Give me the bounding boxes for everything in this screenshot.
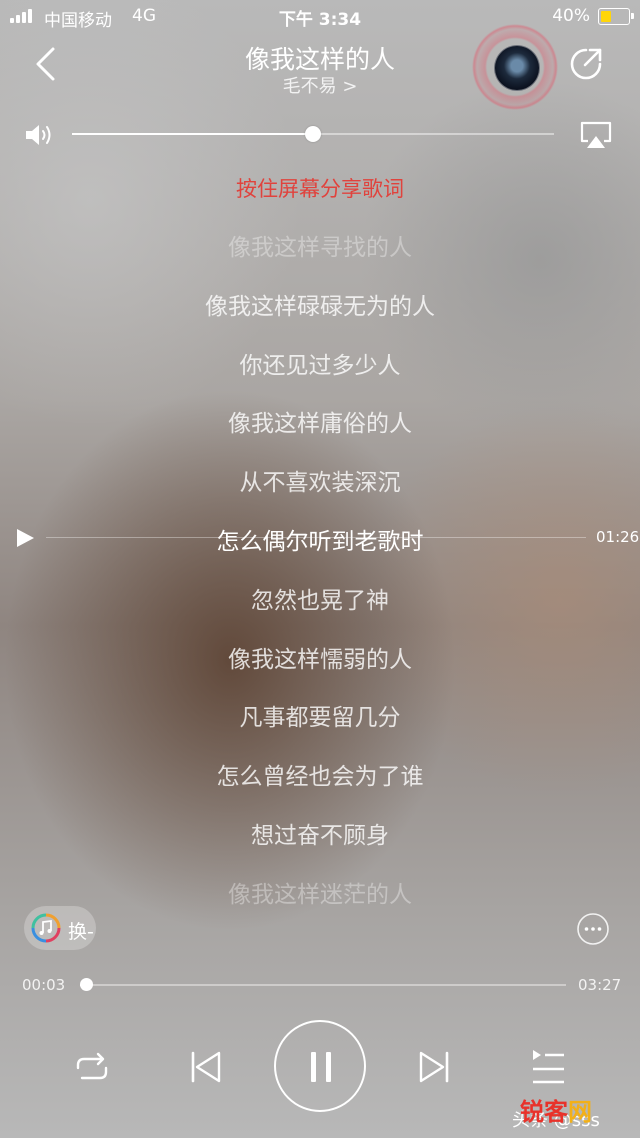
artist-link[interactable]: 毛不易 > <box>140 72 500 98</box>
lyric-line: 像我这样庸俗的人 <box>228 411 412 438</box>
watermark-logo-part-a: 锐客 <box>520 1098 568 1126</box>
volume-icon[interactable] <box>24 122 54 148</box>
battery-percent: 40% <box>552 6 590 26</box>
elapsed-time: 00:03 <box>22 976 66 994</box>
repeat-mode-icon[interactable] <box>70 1046 114 1090</box>
volume-slider-thumb[interactable] <box>305 126 321 142</box>
lyric-line: 怎么偶尔听到老歌时 <box>216 529 424 555</box>
back-chevron-icon[interactable] <box>26 44 66 84</box>
lyric-line: 凡事都要留几分 <box>239 705 401 732</box>
more-options-icon[interactable] <box>576 912 610 946</box>
lyric-line: 怎么曾经也会为了谁 <box>216 764 424 791</box>
next-track-icon[interactable] <box>412 1045 456 1089</box>
previous-track-icon[interactable] <box>184 1045 228 1089</box>
volume-slider-fill <box>72 133 313 135</box>
lyric-line: 想过奋不顾身 <box>251 823 389 849</box>
lyric-line: 像我这样懦弱的人 <box>228 646 412 673</box>
lyric-seek-line <box>46 537 586 538</box>
sound-effect-icon <box>31 913 61 943</box>
sound-effect-label: 换- <box>68 921 94 943</box>
album-cover-avatar[interactable] <box>494 45 540 91</box>
lyric-line: 像我这样寻找的人 <box>228 235 412 261</box>
airplay-icon[interactable] <box>578 120 614 150</box>
lyric-line: 从不喜欢装深沉 <box>239 470 401 497</box>
playlist-icon[interactable] <box>526 1045 570 1089</box>
song-title: 像我这样的人 <box>244 45 395 74</box>
lyric-line: 忽然也晃了神 <box>251 587 389 614</box>
lyric-line: 像我这样碌碌无为的人 <box>205 293 435 320</box>
status-time: 下午 3:34 <box>278 10 362 30</box>
battery-icon <box>598 8 634 25</box>
status-bar: 中国移动 4G 下午 3:34 40% <box>0 0 640 34</box>
watermark-logo-part-b: 网 <box>568 1098 592 1126</box>
lyric-seek-time: 01:26 <box>596 528 640 546</box>
lyric-line: 你还见过多少人 <box>239 352 401 379</box>
play-from-line-icon[interactable] <box>14 527 36 549</box>
share-icon[interactable] <box>568 46 604 82</box>
watermark-logo: 锐客网 <box>520 1092 592 1127</box>
total-duration: 03:27 <box>578 976 622 994</box>
pause-button[interactable] <box>274 1020 366 1112</box>
share-lyrics-hint: 按住屏幕分享歌词 <box>236 177 404 201</box>
progress-track[interactable] <box>80 984 566 986</box>
lyric-line: 像我这样迷茫的人 <box>228 881 412 908</box>
progress-thumb[interactable] <box>80 978 94 991</box>
